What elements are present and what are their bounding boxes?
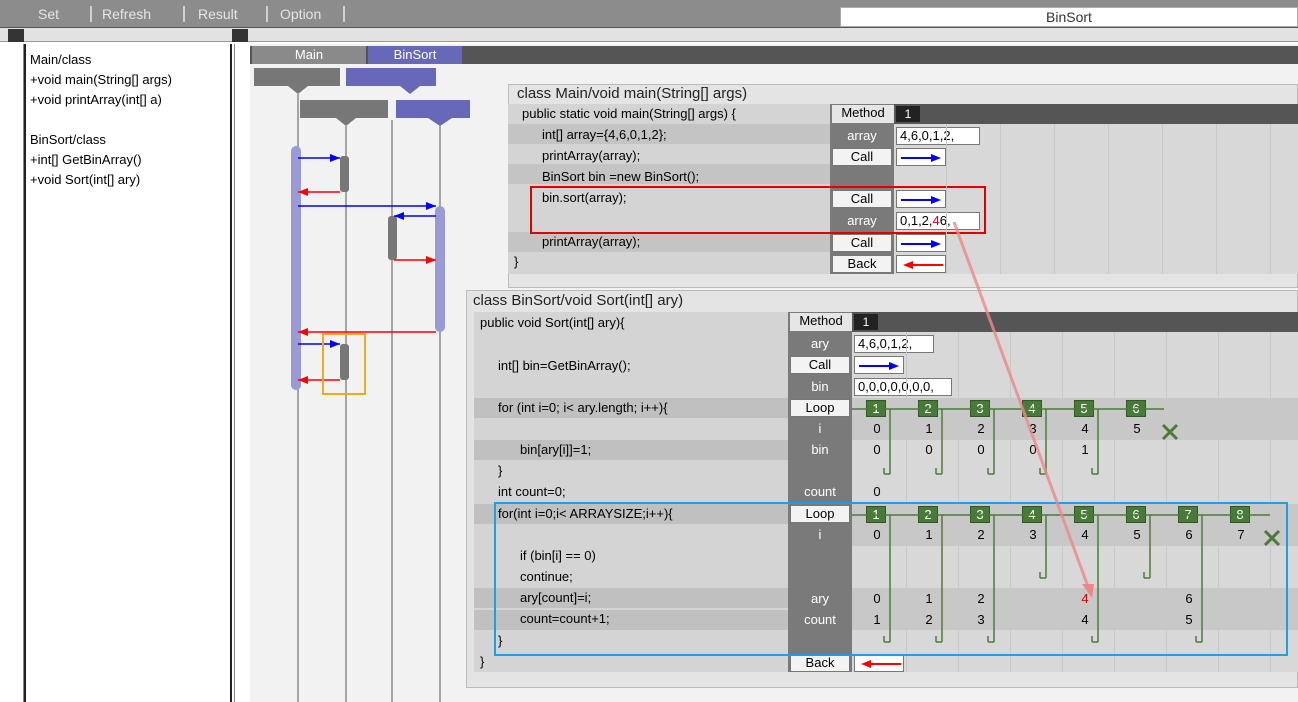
value-trace-arrow [952,221,1094,598]
